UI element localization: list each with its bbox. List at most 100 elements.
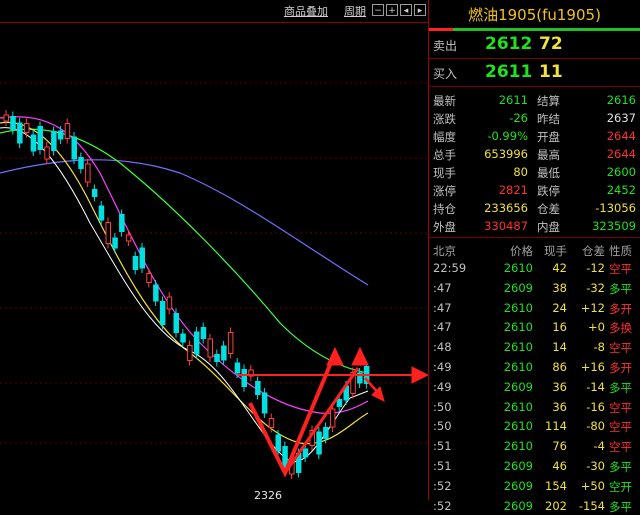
tick-header-oi: 仓差: [582, 244, 605, 258]
tick-row: :51 2610 76 -4 空平: [429, 436, 640, 456]
tick-oi: -8: [593, 340, 605, 355]
candle-body: [323, 427, 329, 439]
quote-value: 2644: [606, 129, 636, 143]
quote-value: 2600: [606, 165, 636, 179]
candle-body: [193, 331, 200, 355]
tick-row: :49 2610 86 +16 多开: [429, 357, 640, 377]
tick-price: 2609: [503, 498, 533, 513]
ma10-line: [0, 121, 369, 445]
tick-nature: 多换: [609, 321, 632, 336]
quote-value: 653996: [484, 147, 528, 161]
tick-price: 2610: [503, 320, 533, 335]
tick-row: :52 2609 154 +50 空开: [429, 476, 640, 496]
tick-row: :47 2610 16 +0 多换: [429, 317, 640, 337]
minus-icon[interactable]: −: [372, 4, 384, 16]
tick-price: 2609: [503, 379, 533, 394]
period-button[interactable]: 周期: [344, 3, 366, 19]
candle-body: [234, 362, 241, 374]
tick-header-nature: 性质: [609, 244, 632, 258]
tick-price: 2610: [503, 261, 533, 275]
tick-nature: 空平: [609, 440, 632, 455]
tick-row: :51 2609 46 -30 多平: [429, 456, 640, 476]
left-icon[interactable]: ◂: [400, 4, 412, 16]
quote-label: 跌停: [537, 184, 560, 198]
tick-header-time: 北京: [433, 244, 456, 258]
candle-body: [166, 296, 173, 310]
candle-body: [316, 431, 322, 455]
quote-label: 最低: [537, 166, 560, 180]
tick-hand: 16: [552, 320, 567, 335]
tick-oi: -154: [578, 498, 605, 513]
right-icon[interactable]: ▸: [414, 4, 426, 16]
tick-nature: 多平: [609, 499, 632, 514]
tick-nature: 空开: [609, 479, 632, 494]
tick-hand: 76: [552, 439, 567, 454]
kline-chart-area[interactable]: 商品叠加 周期 − + ◂ ▸ 2326: [0, 0, 428, 502]
tick-nature: 空平: [609, 341, 632, 356]
tick-time: :48: [433, 340, 452, 355]
tick-header-hand: 现手: [544, 244, 567, 258]
tick-row: :47 2610 24 +12 多开: [429, 298, 640, 318]
ma20-line: [0, 116, 369, 414]
quote-row: 现手 80 最低 2600: [429, 163, 640, 181]
tick-hand: 86: [552, 359, 567, 374]
quote-label: 幅度: [433, 130, 456, 144]
tick-list[interactable]: 22:59 2610 42 -12 空平:47 2609 38 -32 多平:47 2610 24 +…: [429, 258, 640, 515]
quote-panel: 燃油1905(fu1905) 卖出 2612 72 买入 2611 11 最新 2…: [428, 0, 640, 514]
buy-row: 买入 2611 11: [429, 59, 640, 87]
candle-body: [336, 399, 343, 407]
tick-nature: 多开: [609, 360, 632, 375]
candle-body: [78, 157, 84, 169]
candle-body: [139, 247, 145, 269]
quote-value: -26: [509, 111, 528, 125]
sell-row: 卖出 2612 72: [429, 31, 640, 59]
quote-value: 2452: [606, 183, 636, 197]
plus-icon[interactable]: +: [386, 4, 398, 16]
tick-hand: 36: [552, 379, 567, 394]
tick-nature: 空平: [609, 262, 632, 276]
quote-label: 涨停: [433, 184, 456, 198]
quote-label: 总手: [433, 148, 456, 162]
candle-body: [51, 131, 57, 151]
tick-hand: 42: [552, 261, 567, 275]
tick-time: :51: [433, 458, 452, 473]
quote-row: 持仓 233656 仓差 -13056: [429, 199, 640, 217]
quote-value: 2616: [606, 93, 636, 107]
tick-nature: 多平: [609, 380, 632, 395]
tick-time: :50: [433, 419, 452, 434]
tick-price: 2610: [503, 399, 533, 414]
buy-price: 2611: [485, 62, 533, 82]
tick-price: 2610: [503, 340, 533, 355]
tick-nature: 多平: [609, 281, 632, 296]
tick-oi: -32: [586, 280, 605, 295]
candle-body: [44, 146, 50, 160]
candle-body: [255, 381, 261, 395]
quote-label: 仓差: [537, 202, 560, 216]
candle-body: [71, 136, 77, 160]
low-price-label: 2326: [254, 489, 282, 502]
candle-body: [173, 313, 179, 333]
quote-value: 2637: [606, 111, 636, 125]
quote-row: 涨跌 -26 昨结 2637: [429, 109, 640, 127]
candle-body: [180, 333, 186, 343]
tick-nature: 空平: [609, 420, 632, 435]
candles-group: [3, 110, 370, 479]
candle-body: [268, 418, 275, 428]
tick-time: :47: [433, 320, 452, 335]
tick-time: :50: [433, 399, 452, 414]
candle-body: [17, 122, 23, 144]
candle-body: [329, 408, 336, 428]
tick-oi: -30: [586, 458, 605, 473]
tick-nature: 多平: [609, 459, 632, 474]
candle-body: [153, 284, 159, 302]
quote-label: 最新: [433, 94, 456, 108]
candle-body: [159, 301, 166, 325]
tick-oi: +16: [580, 359, 605, 374]
tick-price: 2610: [503, 439, 533, 454]
buy-volume: 11: [539, 62, 563, 82]
quote-row: 幅度 -0.99% 开盘 2644: [429, 127, 640, 145]
quote-row: 外盘 330487 内盘 323509: [429, 217, 640, 235]
tick-price: 2610: [503, 419, 533, 434]
candle-body: [112, 237, 118, 249]
overlay-button[interactable]: 商品叠加: [284, 3, 328, 19]
